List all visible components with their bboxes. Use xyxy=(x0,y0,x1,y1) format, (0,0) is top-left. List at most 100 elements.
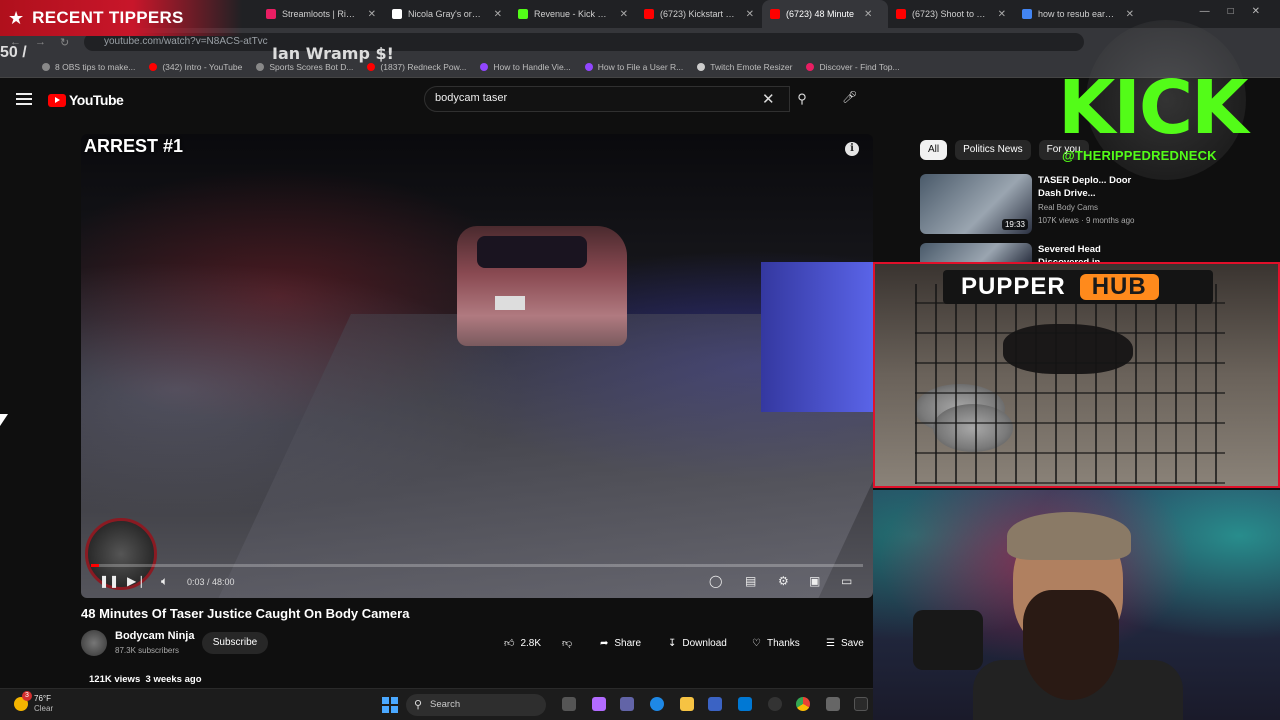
search-button[interactable]: ⚲ xyxy=(788,86,816,112)
browser-tab[interactable]: (6723) 48 Minute ✕ xyxy=(762,0,888,28)
weather-widget[interactable]: 3 76°F Clear xyxy=(14,691,53,714)
search-input[interactable]: bodycam taser xyxy=(424,86,790,112)
pause-icon[interactable]: ❚❚ xyxy=(99,574,119,588)
tab-favicon-icon xyxy=(518,9,528,19)
outlook-icon[interactable] xyxy=(708,697,722,711)
recommendation-title[interactable]: TASER Deplo... Door Dash Drive... xyxy=(1038,174,1148,200)
close-icon[interactable]: ✕ xyxy=(1252,6,1260,17)
channel-avatar[interactable] xyxy=(81,630,107,656)
video-overlay-title: ARREST #1 xyxy=(84,136,184,156)
miniplayer-icon[interactable]: ▣ xyxy=(809,574,820,588)
browser-tab[interactable]: (6723) Shoot to Thrill ✕ xyxy=(888,0,1014,28)
bookmark-item[interactable]: Sports Scores Bot D... xyxy=(256,62,353,72)
subscribe-button[interactable]: Subscribe xyxy=(202,632,268,654)
progress-fill xyxy=(91,564,99,567)
reload-icon[interactable]: ↻ xyxy=(60,36,69,49)
forward-icon[interactable]: → xyxy=(35,36,46,49)
dislike-button[interactable]: 👎︎ xyxy=(562,632,572,654)
youtube-logo-text: YouTube xyxy=(69,92,124,108)
windows-start-icon[interactable] xyxy=(382,697,398,713)
minimize-icon[interactable]: — xyxy=(1200,6,1210,17)
mic-icon[interactable]: 🎤︎ xyxy=(842,90,857,104)
app-icon[interactable] xyxy=(826,697,840,711)
menu-icon[interactable] xyxy=(16,93,32,105)
pupper-word: PUPPER xyxy=(961,273,1066,300)
info-icon[interactable]: i xyxy=(845,142,859,156)
filter-chip[interactable]: All xyxy=(920,140,948,160)
teams-icon[interactable] xyxy=(620,697,634,711)
recommendation-meta: 107K views · 9 months ago xyxy=(1038,216,1135,225)
thanks-button[interactable]: ♡ Thanks xyxy=(752,632,800,654)
like-count: 2.8K xyxy=(520,637,542,649)
browser-tab[interactable]: (6723) Kickstart My H ✕ xyxy=(636,0,762,28)
theater-mode-icon[interactable]: ▭ xyxy=(841,574,852,588)
outlook-new-icon[interactable] xyxy=(738,697,752,711)
bookmark-item[interactable]: (342) Intro - YouTube xyxy=(149,62,242,72)
youtube-logo[interactable]: YouTube xyxy=(48,92,124,108)
view-count: 121K views xyxy=(89,674,141,685)
file-explorer-icon[interactable] xyxy=(680,697,694,711)
tab-favicon-icon xyxy=(896,9,906,19)
task-view-icon[interactable] xyxy=(562,697,576,711)
close-tab-icon[interactable]: ✕ xyxy=(620,9,628,20)
close-tab-icon[interactable]: ✕ xyxy=(1126,9,1134,20)
chrome-icon[interactable] xyxy=(796,697,810,711)
share-button[interactable]: ➦ Share xyxy=(600,632,641,654)
recommendation-channel[interactable]: Real Body Cams xyxy=(1038,203,1098,212)
maximize-icon[interactable]: □ xyxy=(1228,6,1234,17)
bookmark-item[interactable]: How to File a User R... xyxy=(584,62,683,72)
tip-ticker-left: 50 / xyxy=(0,44,27,61)
recommendation-item[interactable]: Severed Head Discovered in Gruesome New … xyxy=(920,243,1150,294)
copilot-icon[interactable] xyxy=(592,697,606,711)
browser-tab[interactable]: how to resub early on ✕ xyxy=(1014,0,1142,28)
download-icon: ↧ xyxy=(668,637,677,649)
video-frame-barrier xyxy=(761,262,873,412)
recommendation-thumbnail[interactable] xyxy=(920,243,1032,263)
obs-icon[interactable] xyxy=(768,697,782,711)
tab-title: Nicola Gray's order (# xyxy=(408,9,484,19)
browser-tab[interactable]: Revenue - Kick Dashb ✕ xyxy=(510,0,636,28)
progress-bar[interactable] xyxy=(91,564,863,567)
edge-icon[interactable] xyxy=(650,697,664,711)
clear-search-icon[interactable]: ✕ xyxy=(762,90,775,108)
channel-name[interactable]: Bodycam Ninja xyxy=(115,630,194,642)
like-button[interactable]: 👍︎ 2.8K xyxy=(504,632,541,654)
view-stats: 121K views 3 weeks ago xyxy=(89,674,202,685)
next-icon[interactable]: ▶❘ xyxy=(127,574,146,588)
thumbs-up-icon: 👍︎ xyxy=(504,638,515,649)
bookmark-item[interactable]: Twitch Emote Resizer xyxy=(697,62,792,72)
browser-tab[interactable]: Streamloots | Ripped... ✕ xyxy=(258,0,384,28)
sun-icon: 3 xyxy=(14,691,32,711)
recommendation-item[interactable]: 19:33 TASER Deplo... Door Dash Drive... … xyxy=(920,174,1150,238)
taskbar-search[interactable]: ⚲ Search xyxy=(406,694,546,716)
bookmark-favicon-icon xyxy=(584,62,593,71)
save-icon: ☰ xyxy=(826,637,835,649)
time-display: 0:03 / 48:00 xyxy=(187,577,235,587)
video-player[interactable]: ARREST #1 i ❚❚ ▶❘ 🔈︎ 0:03 / 48:00 ◯ ▤ ⚙︎… xyxy=(81,134,873,598)
download-button[interactable]: ↧ Download xyxy=(668,632,727,654)
save-button[interactable]: ☰ Save xyxy=(826,632,864,654)
autoplay-toggle[interactable]: ◯ xyxy=(709,574,722,588)
bookmark-item[interactable]: Discover - Find Top... xyxy=(806,62,900,72)
search-icon: ⚲ xyxy=(414,699,423,711)
settings-gear-icon[interactable]: ⚙︎ xyxy=(778,574,789,588)
bookmark-item[interactable]: 8 OBS tips to make... xyxy=(42,62,135,72)
close-tab-icon[interactable]: ✕ xyxy=(494,9,502,20)
filter-chip[interactable]: Politics News xyxy=(955,140,1031,160)
bookmark-item[interactable]: (1837) Redneck Pow... xyxy=(367,62,466,72)
video-frame-car xyxy=(457,226,627,346)
close-tab-icon[interactable]: ✕ xyxy=(998,9,1006,20)
download-label: Download xyxy=(682,637,727,649)
video-title: 48 Minutes Of Taser Justice Caught On Bo… xyxy=(81,606,410,621)
app-icon[interactable] xyxy=(854,697,868,711)
recommendation-thumbnail[interactable]: 19:33 xyxy=(920,174,1032,234)
bookmark-label: Twitch Emote Resizer xyxy=(710,61,793,72)
close-tab-icon[interactable]: ✕ xyxy=(864,9,872,20)
bookmark-item[interactable]: How to Handle Vie... xyxy=(480,62,571,72)
volume-icon[interactable]: 🔈︎ xyxy=(161,574,168,589)
close-tab-icon[interactable]: ✕ xyxy=(746,9,754,20)
captions-icon[interactable]: ▤ xyxy=(745,574,756,588)
browser-tab[interactable]: Nicola Gray's order (# ✕ xyxy=(384,0,510,28)
recent-tippers-label: RECENT TIPPERS xyxy=(32,8,184,27)
close-tab-icon[interactable]: ✕ xyxy=(368,9,376,20)
